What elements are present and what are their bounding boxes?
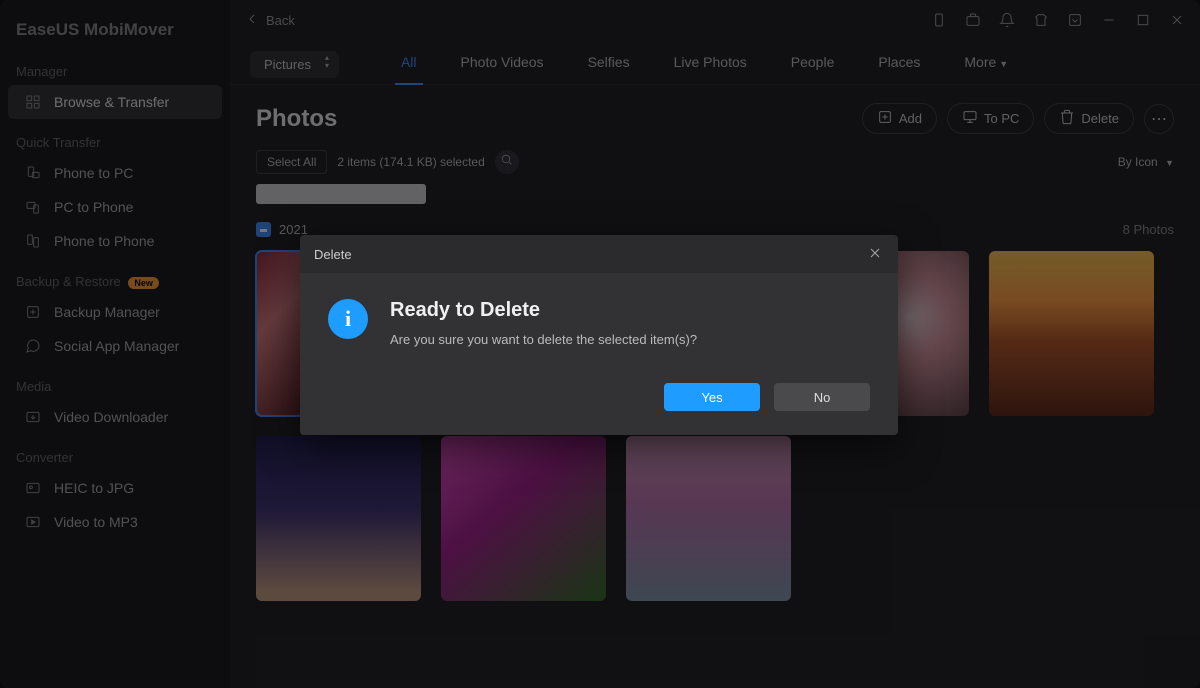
progress-bar [256, 184, 426, 204]
sidebar-item-browse[interactable]: Browse & Transfer [8, 85, 222, 119]
plus-box-icon [877, 109, 893, 128]
app-logo: EaseUS MobiMover [0, 12, 230, 58]
add-button[interactable]: Add [862, 103, 937, 134]
back-button[interactable]: Back [244, 11, 295, 30]
tab-live-photos[interactable]: Live Photos [652, 44, 769, 84]
window-controls [930, 11, 1186, 29]
sidebar-item-label: Backup Manager [54, 304, 160, 320]
sidebar-item-pc-to-phone[interactable]: PC to Phone [8, 190, 222, 224]
section-backup: Backup & Restore New [0, 268, 230, 295]
sidebar-item-phone-to-pc[interactable]: Phone to PC [8, 156, 222, 190]
new-badge: New [128, 277, 159, 289]
page-title: Photos [256, 105, 337, 133]
photo-thumb[interactable] [989, 251, 1154, 416]
selection-info: 2 items (174.1 KB) selected [337, 155, 484, 169]
photo-thumb[interactable] [441, 436, 606, 601]
dialog-message: Are you sure you want to delete the sele… [390, 332, 697, 347]
no-button[interactable]: No [774, 383, 870, 411]
briefcase-icon[interactable] [964, 11, 982, 29]
photo-thumb[interactable] [626, 436, 791, 601]
pc-to-phone-icon [24, 198, 42, 216]
sort-dropdown[interactable]: By Icon ▼ [1118, 155, 1174, 169]
titlebar: Back [230, 0, 1200, 40]
maximize-icon[interactable] [1134, 11, 1152, 29]
sidebar-item-label: HEIC to JPG [54, 480, 134, 496]
tab-photo-videos[interactable]: Photo Videos [439, 44, 566, 84]
sidebar-item-mp3[interactable]: Video to MP3 [8, 505, 222, 539]
dialog-close-button[interactable] [866, 245, 884, 263]
bell-icon[interactable] [998, 11, 1016, 29]
photo-thumb[interactable] [256, 251, 304, 416]
tab-places[interactable]: Places [856, 44, 942, 84]
section-quick: Quick Transfer [0, 129, 230, 156]
backup-icon [24, 303, 42, 321]
section-media: Media [0, 373, 230, 400]
download-icon [24, 408, 42, 426]
sidebar-item-heic[interactable]: HEIC to JPG [8, 471, 222, 505]
chat-icon [24, 337, 42, 355]
select-all-button[interactable]: Select All [256, 150, 327, 174]
category-dropdown[interactable]: Pictures ▴▾ [250, 51, 339, 78]
device-icon[interactable] [930, 11, 948, 29]
close-icon[interactable] [1168, 11, 1186, 29]
trash-icon [1059, 109, 1075, 128]
tab-more[interactable]: More▼ [942, 44, 1030, 84]
dialog-title: Delete [314, 247, 352, 262]
header-row: Photos Add To PC Delete ⋯ [256, 103, 1174, 134]
chevron-left-icon [244, 11, 260, 30]
sidebar-item-label: Phone to PC [54, 165, 133, 181]
yes-button[interactable]: Yes [664, 383, 760, 411]
audio-convert-icon [24, 513, 42, 531]
delete-button[interactable]: Delete [1044, 103, 1134, 134]
dialog-body: i Ready to Delete Are you sure you want … [300, 273, 898, 435]
sidebar-item-label: Phone to Phone [54, 233, 154, 249]
close-icon [867, 245, 883, 264]
action-buttons: Add To PC Delete ⋯ [862, 103, 1174, 134]
chevron-down-icon: ▼ [1165, 158, 1174, 168]
app-window: EaseUS MobiMover Manager Browse & Transf… [0, 0, 1200, 688]
sidebar-item-social[interactable]: Social App Manager [8, 329, 222, 363]
sort-arrows-icon: ▴▾ [325, 54, 329, 70]
sidebar-item-backup-manager[interactable]: Backup Manager [8, 295, 222, 329]
info-icon: i [328, 299, 368, 339]
sidebar: EaseUS MobiMover Manager Browse & Transf… [0, 0, 230, 688]
search-icon [500, 153, 513, 171]
dropdown-icon[interactable] [1066, 11, 1084, 29]
sidebar-item-label: Browse & Transfer [54, 94, 169, 110]
dialog-heading: Ready to Delete [390, 299, 697, 322]
monitor-icon [962, 109, 978, 128]
section-manager: Manager [0, 58, 230, 85]
more-button[interactable]: ⋯ [1144, 104, 1174, 134]
tab-people[interactable]: People [769, 44, 857, 84]
dialog-actions: Yes No [328, 383, 870, 411]
phone-to-phone-icon [24, 232, 42, 250]
phone-to-pc-icon [24, 164, 42, 182]
checkbox-indeterminate[interactable] [256, 222, 271, 237]
dialog-titlebar: Delete [300, 235, 898, 273]
ellipsis-icon: ⋯ [1151, 109, 1167, 129]
toolbar-left: Select All 2 items (174.1 KB) selected [256, 150, 519, 174]
sidebar-item-label: Video Downloader [54, 409, 168, 425]
delete-dialog: Delete i Ready to Delete Are you sure yo… [300, 235, 898, 435]
sidebar-item-phone-to-phone[interactable]: Phone to Phone [8, 224, 222, 258]
grid-icon [24, 93, 42, 111]
tab-all[interactable]: All [379, 44, 439, 84]
photo-count: 8 Photos [1123, 222, 1174, 237]
photo-thumb[interactable] [256, 436, 421, 601]
minimize-icon[interactable] [1100, 11, 1118, 29]
search-button[interactable] [495, 150, 519, 174]
sidebar-item-label: Video to MP3 [54, 514, 138, 530]
tabbar: Pictures ▴▾ All Photo Videos Selfies Liv… [230, 40, 1200, 85]
sidebar-item-video-downloader[interactable]: Video Downloader [8, 400, 222, 434]
sidebar-item-label: Social App Manager [54, 338, 179, 354]
tab-selfies[interactable]: Selfies [566, 44, 652, 84]
shirt-icon[interactable] [1032, 11, 1050, 29]
to-pc-button[interactable]: To PC [947, 103, 1034, 134]
section-converter: Converter [0, 444, 230, 471]
sidebar-item-label: PC to Phone [54, 199, 133, 215]
toolbar-row: Select All 2 items (174.1 KB) selected B… [256, 150, 1174, 174]
chevron-down-icon: ▼ [999, 59, 1008, 69]
image-convert-icon [24, 479, 42, 497]
